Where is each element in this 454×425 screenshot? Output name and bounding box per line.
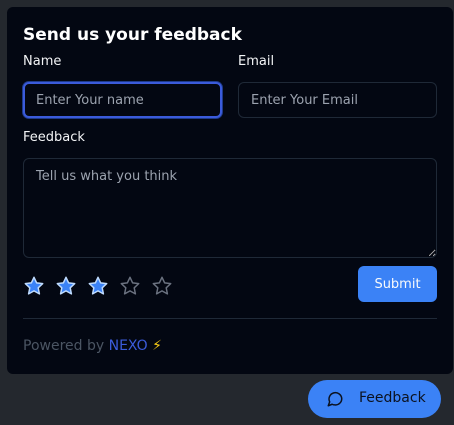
brand-link[interactable]: NEXO <box>109 338 148 354</box>
name-input[interactable] <box>23 82 222 118</box>
chat-bubble-icon <box>327 391 343 407</box>
feedback-label: Feedback <box>23 130 85 145</box>
powered-by-text: Powered by <box>23 338 105 354</box>
email-input[interactable] <box>238 82 437 118</box>
feedback-launcher-label: Feedback <box>359 390 426 406</box>
name-label: Name <box>23 54 62 69</box>
star-rating <box>23 275 173 297</box>
star-filled-icon-2[interactable] <box>55 275 77 297</box>
star-filled-icon-1[interactable] <box>23 275 45 297</box>
feedback-textarea[interactable] <box>23 158 437 258</box>
form-title: Send us your feedback <box>23 25 242 45</box>
bolt-icon: ⚡ <box>152 338 162 354</box>
powered-by: Powered by NEXO ⚡ <box>23 338 162 354</box>
feedback-panel: Send us your feedback Name Email Feedbac… <box>7 7 453 374</box>
divider <box>23 318 437 319</box>
star-filled-icon-3[interactable] <box>87 275 109 297</box>
submit-button[interactable]: Submit <box>358 266 437 302</box>
star-empty-icon-4[interactable] <box>119 275 141 297</box>
feedback-launcher-button[interactable]: Feedback <box>308 380 441 418</box>
email-label: Email <box>238 54 275 69</box>
star-empty-icon-5[interactable] <box>151 275 173 297</box>
